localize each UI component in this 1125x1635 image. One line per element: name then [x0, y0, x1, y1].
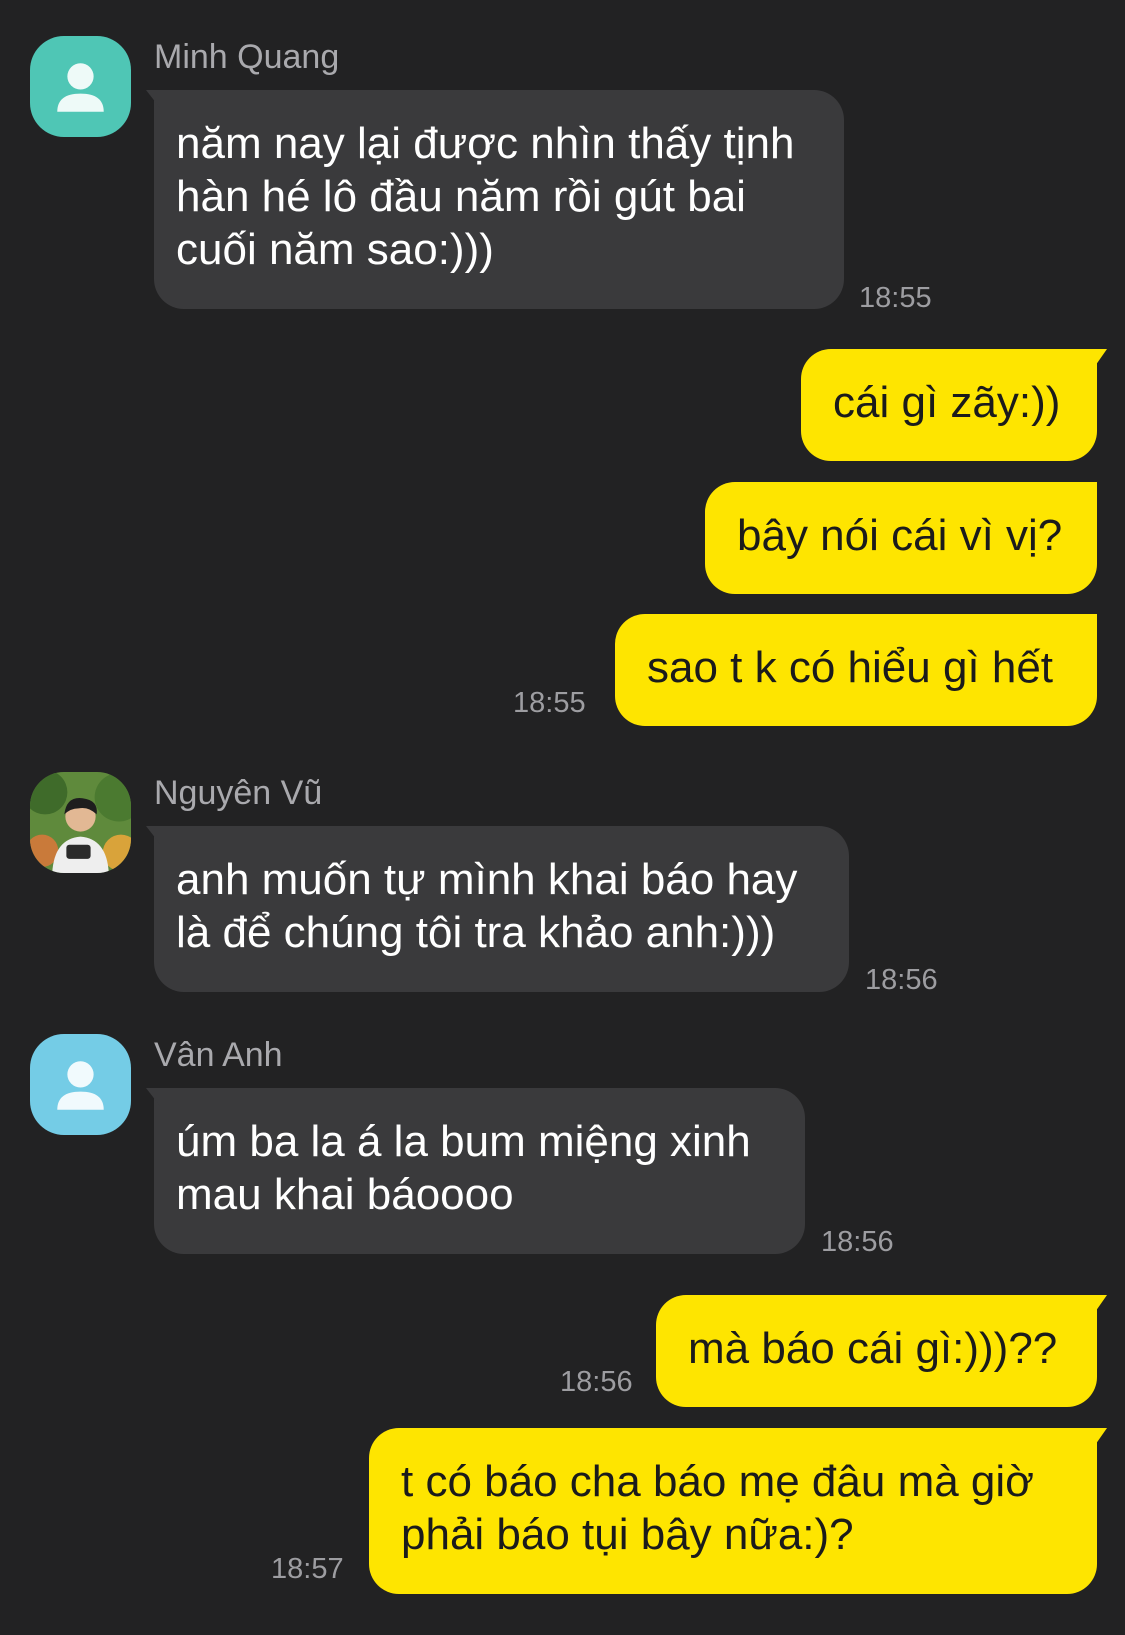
message-time: 18:56 [865, 964, 938, 996]
message-text-line: úm ba la á la bum miệng xinh [176, 1117, 751, 1166]
message-time: 18:55 [859, 282, 932, 314]
message-text-line: hàn hé lô đầu năm rồi gút bai [176, 172, 746, 221]
message-text-line: cái gì zãy:)) [833, 378, 1061, 427]
message-text-line: bây nói cái vì vị? [737, 511, 1063, 560]
message-bubble[interactable]: t có báo cha báo mẹ đâu mà giờ phải báo … [369, 1428, 1107, 1594]
message-time: 18:56 [560, 1366, 633, 1398]
avatar[interactable] [30, 36, 131, 137]
message-text-line: t có báo cha báo mẹ đâu mà giờ [401, 1457, 1035, 1506]
sender-name: Nguyên Vũ [154, 774, 323, 812]
photo-avatar-icon [30, 772, 131, 873]
avatar[interactable] [30, 1034, 131, 1135]
sender-name: Vân Anh [154, 1036, 283, 1074]
message-bubble[interactable]: mà báo cái gì:)))?? [656, 1295, 1107, 1407]
message-text-line: cuối năm sao:))) [176, 225, 494, 274]
message-bubble[interactable]: cái gì zãy:)) [801, 349, 1107, 461]
message-text-line: phải báo tụi bây nữa:)? [401, 1510, 854, 1559]
message-time: 18:56 [821, 1226, 894, 1258]
message-text-line: mà báo cái gì:)))?? [688, 1324, 1058, 1373]
avatar[interactable] [30, 772, 131, 873]
message-text-line: là để chúng tôi tra khảo anh:))) [176, 908, 776, 957]
message-text-line: sao t k có hiểu gì hết [647, 643, 1054, 692]
message-bubble[interactable]: năm nay lại được nhìn thấy tịnh hàn hé l… [146, 90, 844, 309]
sender-name: Minh Quang [154, 38, 340, 76]
message-time: 18:55 [513, 687, 586, 719]
default-person-icon [30, 1034, 131, 1135]
message-text-line: năm nay lại được nhìn thấy tịnh [176, 119, 795, 168]
message-text-line: mau khai báoooo [176, 1170, 514, 1219]
message-bubble[interactable]: anh muốn tự mình khai báo hay là để chún… [146, 826, 849, 992]
default-person-icon [30, 36, 131, 137]
message-bubble[interactable]: sao t k có hiểu gì hết [615, 614, 1097, 726]
message-time: 18:57 [271, 1553, 344, 1585]
message-bubble[interactable]: úm ba la á la bum miệng xinh mau khai bá… [146, 1088, 805, 1254]
message-bubble[interactable]: bây nói cái vì vị? [705, 482, 1097, 594]
message-text-line: anh muốn tự mình khai báo hay [176, 855, 798, 904]
